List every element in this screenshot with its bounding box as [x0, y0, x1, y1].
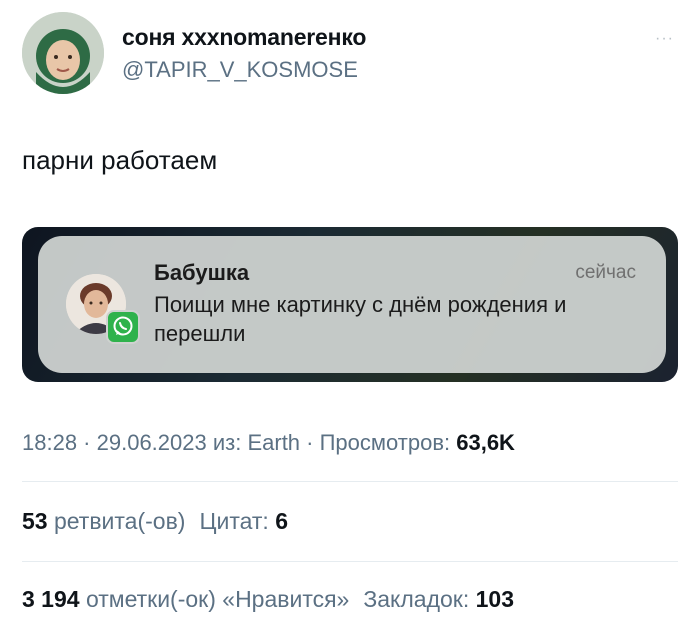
quotes-link[interactable]: Цитат: 6	[199, 508, 288, 534]
author-names: соня xxxnomanerенко @TAPIR_V_KOSMOSE	[122, 24, 366, 83]
divider	[22, 561, 678, 562]
retweets-count: 53	[22, 508, 48, 534]
bookmarks-link[interactable]: Закладок: 103	[363, 586, 514, 612]
bookmarks-label: Закладок:	[363, 586, 476, 612]
meta-separator: ·	[77, 430, 97, 455]
likes-bookmarks-stats: 3 194 отметки(-ок) «Нравится» Закладок: 1…	[22, 586, 514, 613]
quotes-label: Цитат:	[199, 508, 276, 534]
tweet-header: соня xxxnomanerенко @TAPIR_V_KOSMOSE ···	[22, 12, 682, 98]
tweet-text: парни работаем	[22, 145, 218, 175]
divider	[22, 481, 678, 482]
likes-label: отметки(-ок) «Нравится»	[79, 586, 350, 612]
notification-time: сейчас	[575, 262, 636, 283]
views-label: Просмотров:	[319, 430, 457, 455]
likes-count: 3 194	[22, 586, 80, 612]
retweets-label: ретвита(-ов)	[47, 508, 186, 534]
whatsapp-icon	[106, 310, 140, 344]
notification-banner: Бабушка сейчас Поищи мне картинку с днём…	[38, 236, 666, 373]
bookmarks-count: 103	[475, 586, 515, 612]
tweet-media-image[interactable]: Бабушка сейчас Поищи мне картинку с днём…	[22, 227, 678, 382]
quotes-count: 6	[275, 508, 289, 534]
tweet-date[interactable]: 29.06.2023	[97, 430, 207, 455]
notification-sender: Бабушка	[154, 260, 250, 285]
meta-separator: ·	[300, 430, 320, 455]
source-prefix: из:	[206, 430, 248, 455]
author-display-name[interactable]: соня xxxnomanerенко	[122, 24, 366, 51]
retweet-quote-stats: 53 ретвита(-ов) Цитат: 6	[22, 508, 288, 535]
notification-message: Поищи мне картинку с днём рождения и пер…	[154, 292, 567, 346]
likes-link[interactable]: 3 194 отметки(-ок) «Нравится»	[22, 586, 349, 612]
tweet-meta: 18:28 · 29.06.2023 из: Earth · Просмотро…	[22, 430, 515, 456]
tweet-source[interactable]: Earth	[247, 430, 300, 455]
views-count[interactable]: 63,6K	[456, 430, 515, 455]
tweet-time[interactable]: 18:28	[22, 430, 77, 455]
more-options-icon[interactable]: ···	[655, 30, 674, 48]
retweets-link[interactable]: 53 ретвита(-ов)	[22, 508, 185, 534]
author-avatar[interactable]	[22, 12, 104, 94]
author-handle[interactable]: @TAPIR_V_KOSMOSE	[122, 57, 366, 83]
